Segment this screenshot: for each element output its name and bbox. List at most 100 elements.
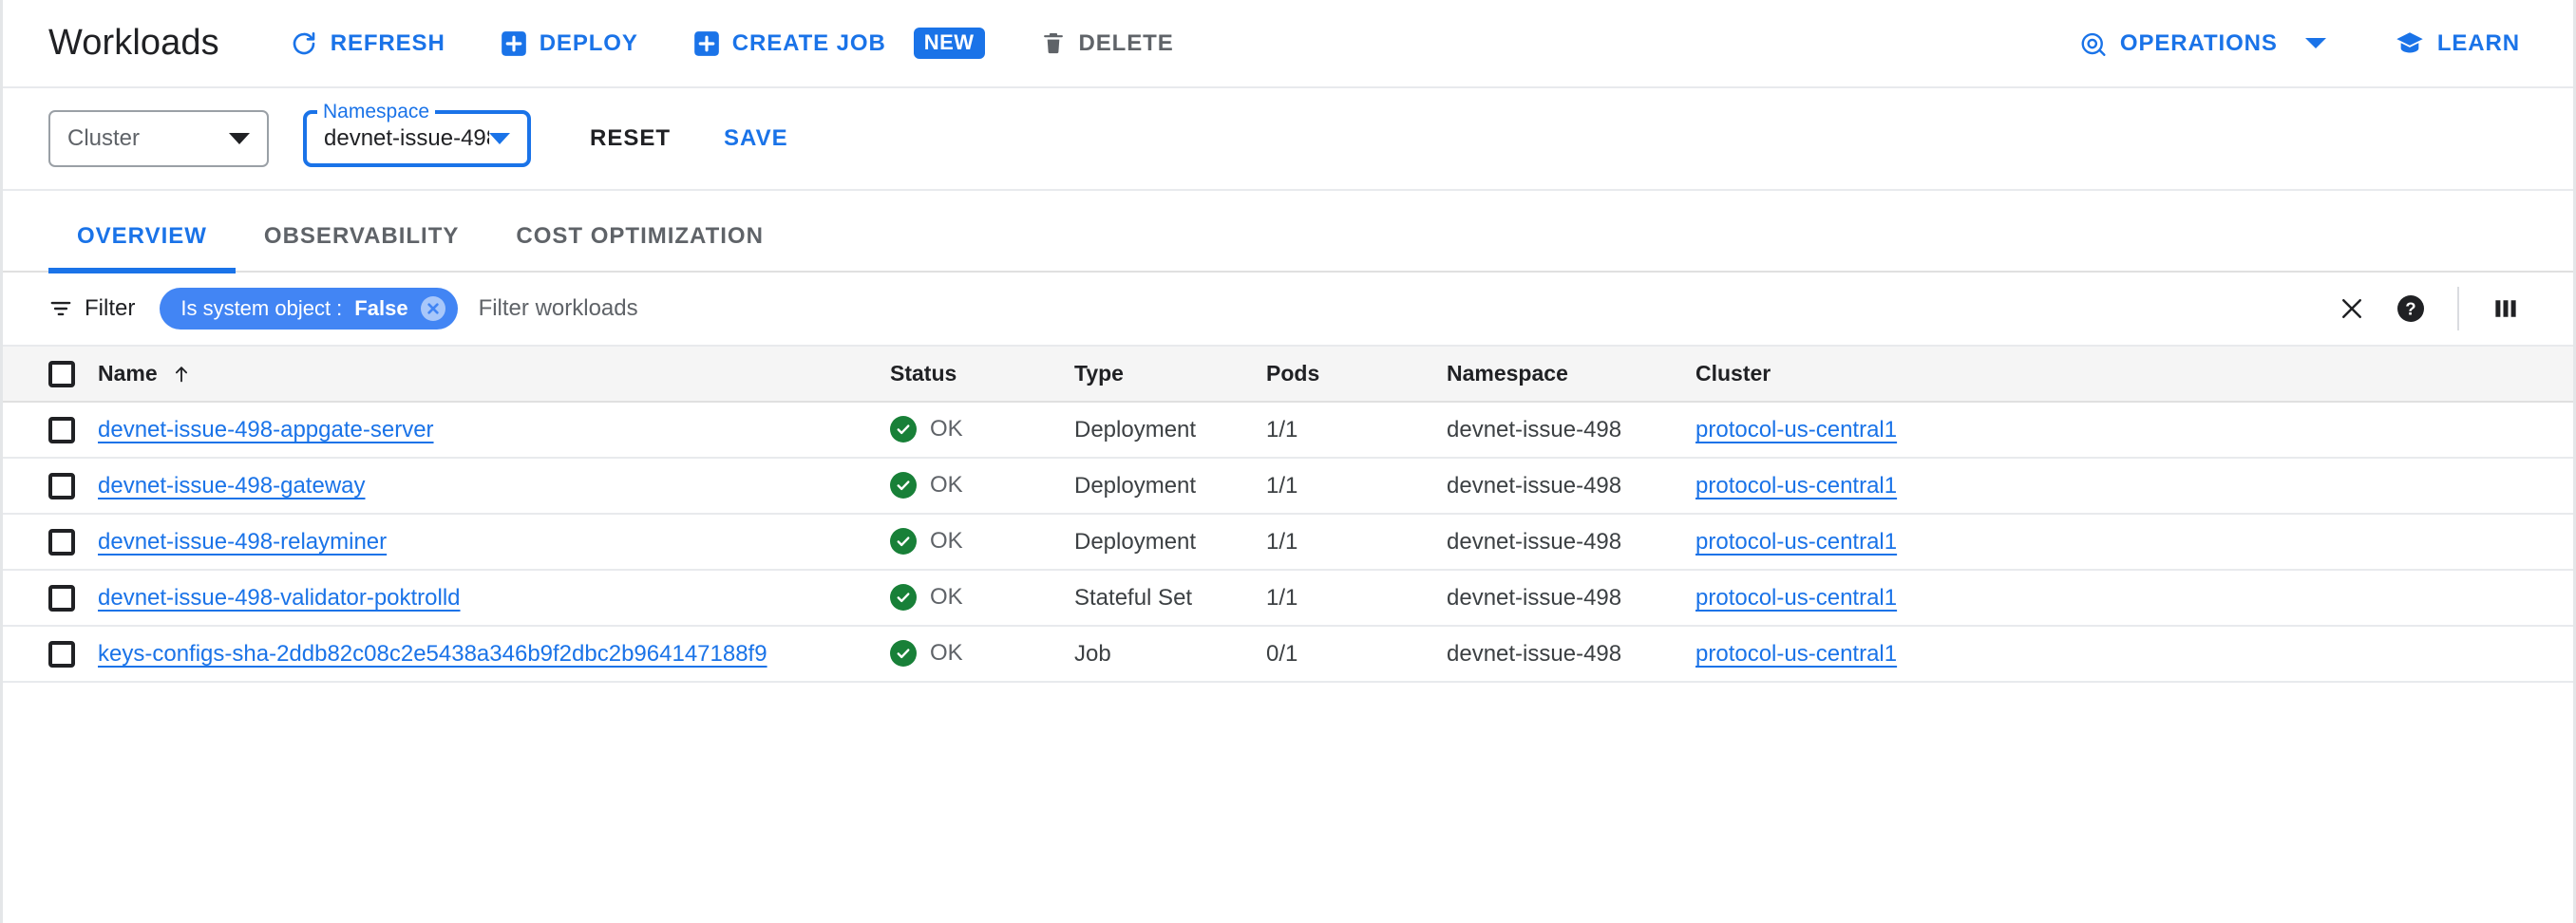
filter-workloads-input[interactable] xyxy=(479,290,2322,328)
workload-name-link[interactable]: keys-configs-sha-2ddb82c08c2e5438a346b9f… xyxy=(98,641,767,667)
column-options-button[interactable] xyxy=(2476,279,2535,338)
table-header-row: Name Status Type Pods Namespace Cluster xyxy=(3,347,2573,402)
learn-button[interactable]: LEARN xyxy=(2381,19,2533,68)
delete-button-label: DELETE xyxy=(1079,32,1174,55)
column-header-name-label: Name xyxy=(98,361,158,386)
row-name-cell: devnet-issue-498-gateway xyxy=(98,458,890,514)
refresh-icon xyxy=(290,29,318,58)
column-header-status[interactable]: Status xyxy=(890,347,1074,402)
row-cluster-cell: protocol-us-central1 xyxy=(1695,458,2573,514)
delete-button[interactable]: DELETE xyxy=(1027,21,1187,66)
row-checkbox[interactable] xyxy=(48,585,75,612)
tab-bar: OVERVIEW OBSERVABILITY COST OPTIMIZATION xyxy=(3,191,2573,273)
row-checkbox[interactable] xyxy=(48,473,75,499)
help-button[interactable]: ? xyxy=(2381,279,2440,338)
learn-button-label: LEARN xyxy=(2437,32,2520,55)
column-header-type[interactable]: Type xyxy=(1074,347,1266,402)
table-row: devnet-issue-498-gatewayOKDeployment1/1d… xyxy=(3,458,2573,514)
row-checkbox[interactable] xyxy=(48,641,75,668)
column-header-cluster[interactable]: Cluster xyxy=(1695,347,2573,402)
row-namespace-cell: devnet-issue-498 xyxy=(1447,402,1695,458)
help-icon: ? xyxy=(2396,293,2426,324)
namespace-select-label: Namespace xyxy=(317,99,435,124)
row-pods-cell: 1/1 xyxy=(1266,402,1447,458)
select-all-header xyxy=(3,347,98,402)
row-status-cell: OK xyxy=(890,458,1074,514)
row-select-cell xyxy=(3,514,98,570)
column-header-name[interactable]: Name xyxy=(98,347,890,402)
status-ok-icon xyxy=(890,528,917,555)
column-options-icon xyxy=(2491,294,2520,323)
chevron-down-icon xyxy=(2305,38,2326,48)
row-namespace-cell: devnet-issue-498 xyxy=(1447,626,1695,682)
workload-name-link[interactable]: devnet-issue-498-gateway xyxy=(98,473,366,499)
row-cluster-cell: protocol-us-central1 xyxy=(1695,626,2573,682)
cluster-select[interactable]: Cluster xyxy=(48,110,269,167)
row-select-cell xyxy=(3,458,98,514)
table-body: devnet-issue-498-appgate-serverOKDeploym… xyxy=(3,402,2573,682)
status-label: OK xyxy=(930,584,963,611)
status-ok-icon xyxy=(890,472,917,499)
refresh-button[interactable]: REFRESH xyxy=(276,20,459,67)
table-row: devnet-issue-498-validator-poktrolldOKSt… xyxy=(3,570,2573,626)
filter-icon xyxy=(48,296,73,321)
row-type-cell: Deployment xyxy=(1074,514,1266,570)
column-header-namespace[interactable]: Namespace xyxy=(1447,347,1695,402)
new-badge: NEW xyxy=(914,28,985,59)
refresh-button-label: REFRESH xyxy=(331,32,445,55)
toolbar-divider xyxy=(2457,287,2459,330)
cluster-name-link[interactable]: protocol-us-central1 xyxy=(1695,529,1897,555)
status-label: OK xyxy=(930,472,963,499)
filter-button[interactable]: Filter xyxy=(48,295,135,322)
column-header-pods[interactable]: Pods xyxy=(1266,347,1447,402)
row-select-cell xyxy=(3,626,98,682)
row-status-cell: OK xyxy=(890,570,1074,626)
row-checkbox[interactable] xyxy=(48,417,75,443)
table-row: keys-configs-sha-2ddb82c08c2e5438a346b9f… xyxy=(3,626,2573,682)
filter-chip-is-system-object[interactable]: Is system object : False xyxy=(160,288,457,330)
workloads-page: Workloads REFRESH DEPLOY xyxy=(0,0,2576,923)
cluster-name-link[interactable]: protocol-us-central1 xyxy=(1695,473,1897,499)
cluster-name-link[interactable]: protocol-us-central1 xyxy=(1695,417,1897,443)
namespace-select[interactable]: Namespace devnet-issue-498 xyxy=(303,110,531,167)
cluster-name-link[interactable]: protocol-us-central1 xyxy=(1695,641,1897,667)
sort-ascending-icon xyxy=(171,364,192,385)
status-ok-icon xyxy=(890,640,917,667)
table-header: Name Status Type Pods Namespace Cluster xyxy=(3,347,2573,402)
row-checkbox[interactable] xyxy=(48,529,75,556)
tab-cost-optimization[interactable]: COST OPTIMIZATION xyxy=(487,223,792,271)
row-pods-cell: 0/1 xyxy=(1266,626,1447,682)
clear-filters-button[interactable] xyxy=(2322,279,2381,338)
workload-name-link[interactable]: devnet-issue-498-appgate-server xyxy=(98,417,434,443)
reset-button[interactable]: RESET xyxy=(573,114,688,163)
trash-icon xyxy=(1040,30,1067,57)
workload-name-link[interactable]: devnet-issue-498-validator-poktrolld xyxy=(98,585,461,611)
tab-overview[interactable]: OVERVIEW xyxy=(48,223,236,271)
operations-menu-button[interactable]: OPERATIONS xyxy=(2066,20,2339,67)
graduation-cap-icon xyxy=(2395,28,2425,59)
row-cluster-cell: protocol-us-central1 xyxy=(1695,570,2573,626)
select-all-checkbox[interactable] xyxy=(48,361,75,387)
row-name-cell: keys-configs-sha-2ddb82c08c2e5438a346b9f… xyxy=(98,626,890,682)
row-status-cell: OK xyxy=(890,514,1074,570)
namespace-select-value: devnet-issue-498 xyxy=(324,125,489,152)
deploy-button[interactable]: DEPLOY xyxy=(487,21,652,66)
chevron-down-icon xyxy=(489,133,510,144)
filter-bar: Filter Is system object : False xyxy=(3,273,2573,347)
close-icon xyxy=(2338,294,2366,323)
close-circle-icon[interactable] xyxy=(421,296,445,321)
row-cluster-cell: protocol-us-central1 xyxy=(1695,402,2573,458)
save-button[interactable]: SAVE xyxy=(707,114,805,163)
cluster-name-link[interactable]: protocol-us-central1 xyxy=(1695,585,1897,611)
row-namespace-cell: devnet-issue-498 xyxy=(1447,514,1695,570)
create-job-button[interactable]: CREATE JOB NEW xyxy=(680,18,998,68)
row-namespace-cell: devnet-issue-498 xyxy=(1447,458,1695,514)
cluster-select-value: Cluster xyxy=(67,125,229,152)
tab-observability[interactable]: OBSERVABILITY xyxy=(236,223,487,271)
scope-selector-bar: Cluster Namespace devnet-issue-498 RESET… xyxy=(3,88,2573,191)
operations-button-label: OPERATIONS xyxy=(2120,32,2278,55)
filter-chip-key: Is system object : xyxy=(180,296,342,321)
row-type-cell: Deployment xyxy=(1074,402,1266,458)
workload-name-link[interactable]: devnet-issue-498-relayminer xyxy=(98,529,387,555)
row-select-cell xyxy=(3,570,98,626)
